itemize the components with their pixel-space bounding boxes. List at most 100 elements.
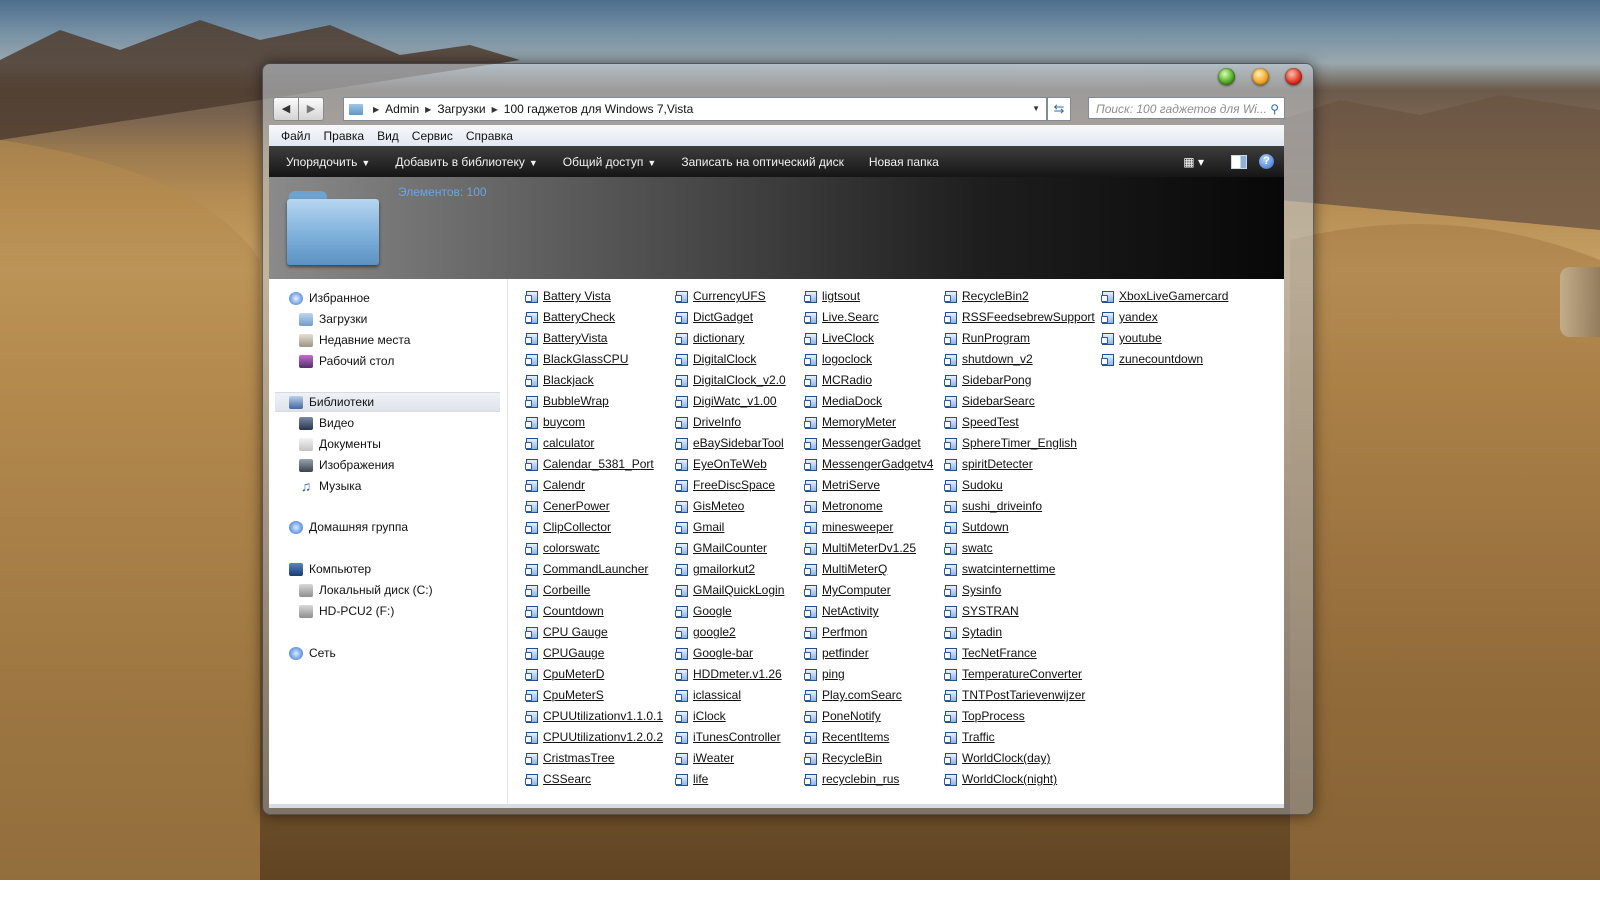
file-item[interactable]: DigitalClock_v2.0 [675, 371, 786, 389]
file-item[interactable]: TopProcess [944, 707, 1025, 725]
file-item[interactable]: GMailQuickLogin [675, 581, 784, 599]
file-item[interactable]: youtube [1101, 329, 1162, 347]
file-item[interactable]: MultiMeterQ [804, 560, 887, 578]
sidebar-item-documents[interactable]: Документы [299, 434, 381, 454]
back-button[interactable]: ◀ [273, 97, 299, 121]
menu-file[interactable]: Файл [280, 129, 312, 143]
menu-edit[interactable]: Правка [323, 129, 366, 143]
menu-view[interactable]: Вид [376, 129, 400, 143]
file-item[interactable]: FreeDiscSpace [675, 476, 775, 494]
file-item[interactable]: Google [675, 602, 732, 620]
file-item[interactable]: minesweeper [804, 518, 893, 536]
address-bar[interactable]: ▶ Admin ▶ Загрузки ▶ 100 гаджетов для Wi… [343, 97, 1047, 121]
breadcrumb-admin[interactable]: Admin [385, 102, 419, 116]
file-item[interactable]: ClipCollector [525, 518, 611, 536]
file-item[interactable]: TecNetFrance [944, 644, 1037, 662]
file-item[interactable]: google2 [675, 623, 736, 641]
file-item[interactable]: spiritDetecter [944, 455, 1033, 473]
file-item[interactable]: gmailorkut2 [675, 560, 755, 578]
file-item[interactable]: MediaDock [804, 392, 882, 410]
file-item[interactable]: petfinder [804, 644, 869, 662]
chevron-right-icon[interactable]: ▶ [425, 105, 431, 114]
file-item[interactable]: CPU Gauge [525, 623, 608, 641]
file-item[interactable]: shutdown_v2 [944, 350, 1033, 368]
chevron-right-icon[interactable]: ▶ [492, 105, 498, 114]
file-item[interactable]: dictionary [675, 329, 744, 347]
file-item[interactable]: Sutdown [944, 518, 1009, 536]
file-item[interactable]: Corbeille [525, 581, 590, 599]
file-item[interactable]: Calendar_5381_Port [525, 455, 654, 473]
file-item[interactable]: DriveInfo [675, 413, 741, 431]
file-item[interactable]: iclassical [675, 686, 741, 704]
file-item[interactable]: iTunesController [675, 728, 781, 746]
file-item[interactable]: CommandLauncher [525, 560, 648, 578]
file-item[interactable]: MessengerGadget [804, 434, 921, 452]
breadcrumb-downloads[interactable]: Загрузки [437, 102, 485, 116]
chevron-right-icon[interactable]: ▶ [373, 105, 379, 114]
sidebar-item-downloads[interactable]: Загрузки [299, 309, 367, 329]
help-icon[interactable]: ? [1259, 154, 1274, 169]
file-item[interactable]: swatc [944, 539, 993, 557]
search-icon[interactable]: ⚲ [1270, 98, 1279, 118]
file-item[interactable]: CenerPower [525, 497, 610, 515]
file-item[interactable]: CurrencyUFS [675, 287, 766, 305]
sidebar-item-desktop[interactable]: Рабочий стол [299, 351, 394, 371]
file-item[interactable]: PoneNotify [804, 707, 881, 725]
sidebar-item-network[interactable]: Сеть [289, 643, 336, 663]
file-item[interactable]: MemoryMeter [804, 413, 896, 431]
sidebar-item-homegroup[interactable]: Домашняя группа [289, 517, 408, 537]
sidebar-item-favorites[interactable]: Избранное [289, 288, 370, 308]
file-item[interactable]: Perfmon [804, 623, 867, 641]
file-item[interactable]: iWeater [675, 749, 734, 767]
file-item[interactable]: SidebarPong [944, 371, 1031, 389]
file-item[interactable]: HDDmeter.v1.26 [675, 665, 782, 683]
menu-help[interactable]: Справка [465, 129, 514, 143]
file-item[interactable]: yandex [1101, 308, 1158, 326]
file-item[interactable]: swatcinternettime [944, 560, 1055, 578]
sidebar-item-computer[interactable]: Компьютер [289, 559, 371, 579]
file-item[interactable]: DigitalClock [675, 350, 756, 368]
file-item[interactable]: calculator [525, 434, 594, 452]
file-item[interactable]: sushi_driveinfo [944, 497, 1042, 515]
file-item[interactable]: Countdown [525, 602, 604, 620]
file-item[interactable]: MessengerGadgetv4 [804, 455, 933, 473]
file-item[interactable]: CPUUtilizationv1.1.0.1 [525, 707, 663, 725]
file-item[interactable]: ligtsout [804, 287, 860, 305]
file-item[interactable]: CPUUtilizationv1.2.0.2 [525, 728, 663, 746]
organize-button[interactable]: Упорядочить ▼ [282, 155, 374, 169]
file-item[interactable]: MetriServe [804, 476, 880, 494]
file-item[interactable]: BatteryCheck [525, 308, 615, 326]
file-item[interactable]: GMailCounter [675, 539, 767, 557]
file-item[interactable]: WorldClock(night) [944, 770, 1057, 788]
sidebar-item-images[interactable]: Изображения [299, 455, 394, 475]
menu-tools[interactable]: Сервис [411, 129, 454, 143]
file-item[interactable]: CSSearc [525, 770, 591, 788]
file-item[interactable]: iClock [675, 707, 726, 725]
file-item[interactable]: SpeedTest [944, 413, 1019, 431]
file-item[interactable]: Blackjack [525, 371, 594, 389]
sidebar-item-libraries[interactable]: Библиотеки [275, 392, 500, 412]
sidebar-item-video[interactable]: Видео [299, 413, 354, 433]
file-item[interactable]: ping [804, 665, 845, 683]
file-item[interactable]: Sytadin [944, 623, 1002, 641]
file-item[interactable]: DictGadget [675, 308, 753, 326]
preview-pane-icon[interactable] [1231, 154, 1247, 169]
file-item[interactable]: TNTPostTarievenwijzer [944, 686, 1085, 704]
forward-button[interactable]: ▶ [298, 97, 324, 121]
file-item[interactable]: RSSFeedsebrewSupport [944, 308, 1095, 326]
file-item[interactable]: SYSTRAN [944, 602, 1019, 620]
sidebar-item-music[interactable]: ♫ Музыка [299, 476, 362, 496]
refresh-button[interactable]: ⇆ [1047, 97, 1071, 121]
file-item[interactable]: RecentItems [804, 728, 889, 746]
file-item[interactable]: DigiWatc_v1.00 [675, 392, 777, 410]
file-item[interactable]: CristmasTree [525, 749, 615, 767]
chevron-down-icon[interactable]: ▼ [1032, 98, 1040, 120]
file-item[interactable]: WorldClock(day) [944, 749, 1050, 767]
file-item[interactable]: MCRadio [804, 371, 872, 389]
file-item[interactable]: EyeOnTeWeb [675, 455, 767, 473]
file-item[interactable]: buycom [525, 413, 585, 431]
file-item[interactable]: TemperatureConverter [944, 665, 1082, 683]
file-item[interactable]: BubbleWrap [525, 392, 609, 410]
file-item[interactable]: Traffic [944, 728, 995, 746]
file-item[interactable]: CpuMeterD [525, 665, 604, 683]
